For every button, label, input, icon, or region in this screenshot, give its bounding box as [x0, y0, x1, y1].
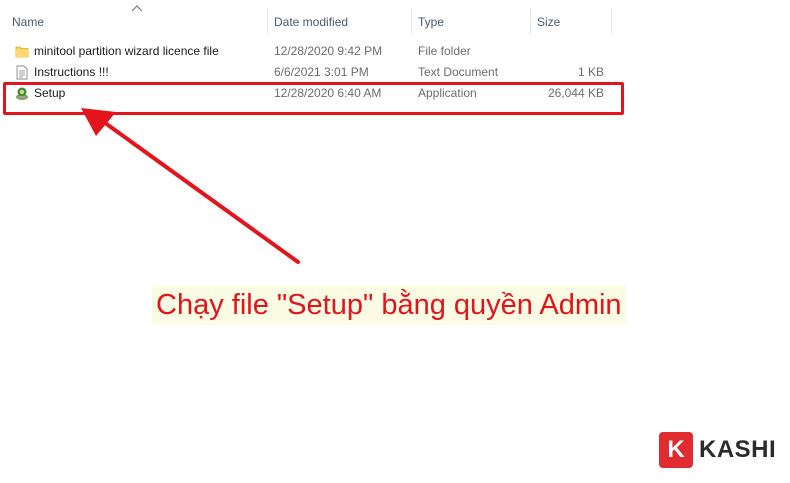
file-row-folder[interactable]: minitool partition wizard licence file 1…: [0, 41, 640, 62]
annotation-caption: Chạy file "Setup" bằng quyền Admin: [152, 285, 626, 325]
setup-highlight-box: [3, 82, 624, 115]
file-explorer: Name Date modified Type Size minitool pa…: [0, 0, 790, 483]
file-date-modified: 6/6/2021 3:01 PM: [274, 65, 369, 79]
file-size: 1 KB: [577, 65, 604, 79]
folder-icon: [15, 46, 29, 58]
column-header-date-modified[interactable]: Date modified: [268, 0, 411, 34]
text-document-icon: [16, 65, 28, 80]
column-divider[interactable]: [611, 8, 612, 34]
brand-logo: K KASHI: [659, 432, 784, 468]
brand-name: KASHI: [699, 436, 777, 463]
file-size: [540, 41, 604, 62]
column-header-row: Name Date modified Type Size: [0, 0, 790, 34]
column-header-name[interactable]: Name: [6, 0, 268, 34]
file-name: minitool partition wizard licence file: [34, 44, 219, 58]
file-type: Text Document: [418, 65, 499, 79]
column-header-size[interactable]: Size: [531, 0, 611, 34]
column-header-type[interactable]: Type: [412, 0, 530, 34]
file-name: Instructions !!!: [34, 65, 109, 79]
file-row-instructions[interactable]: Instructions !!! 6/6/2021 3:01 PM Text D…: [0, 62, 640, 83]
brand-badge-icon: K: [659, 432, 693, 468]
file-type: File folder: [418, 44, 471, 58]
file-date-modified: 12/28/2020 9:42 PM: [274, 44, 383, 58]
